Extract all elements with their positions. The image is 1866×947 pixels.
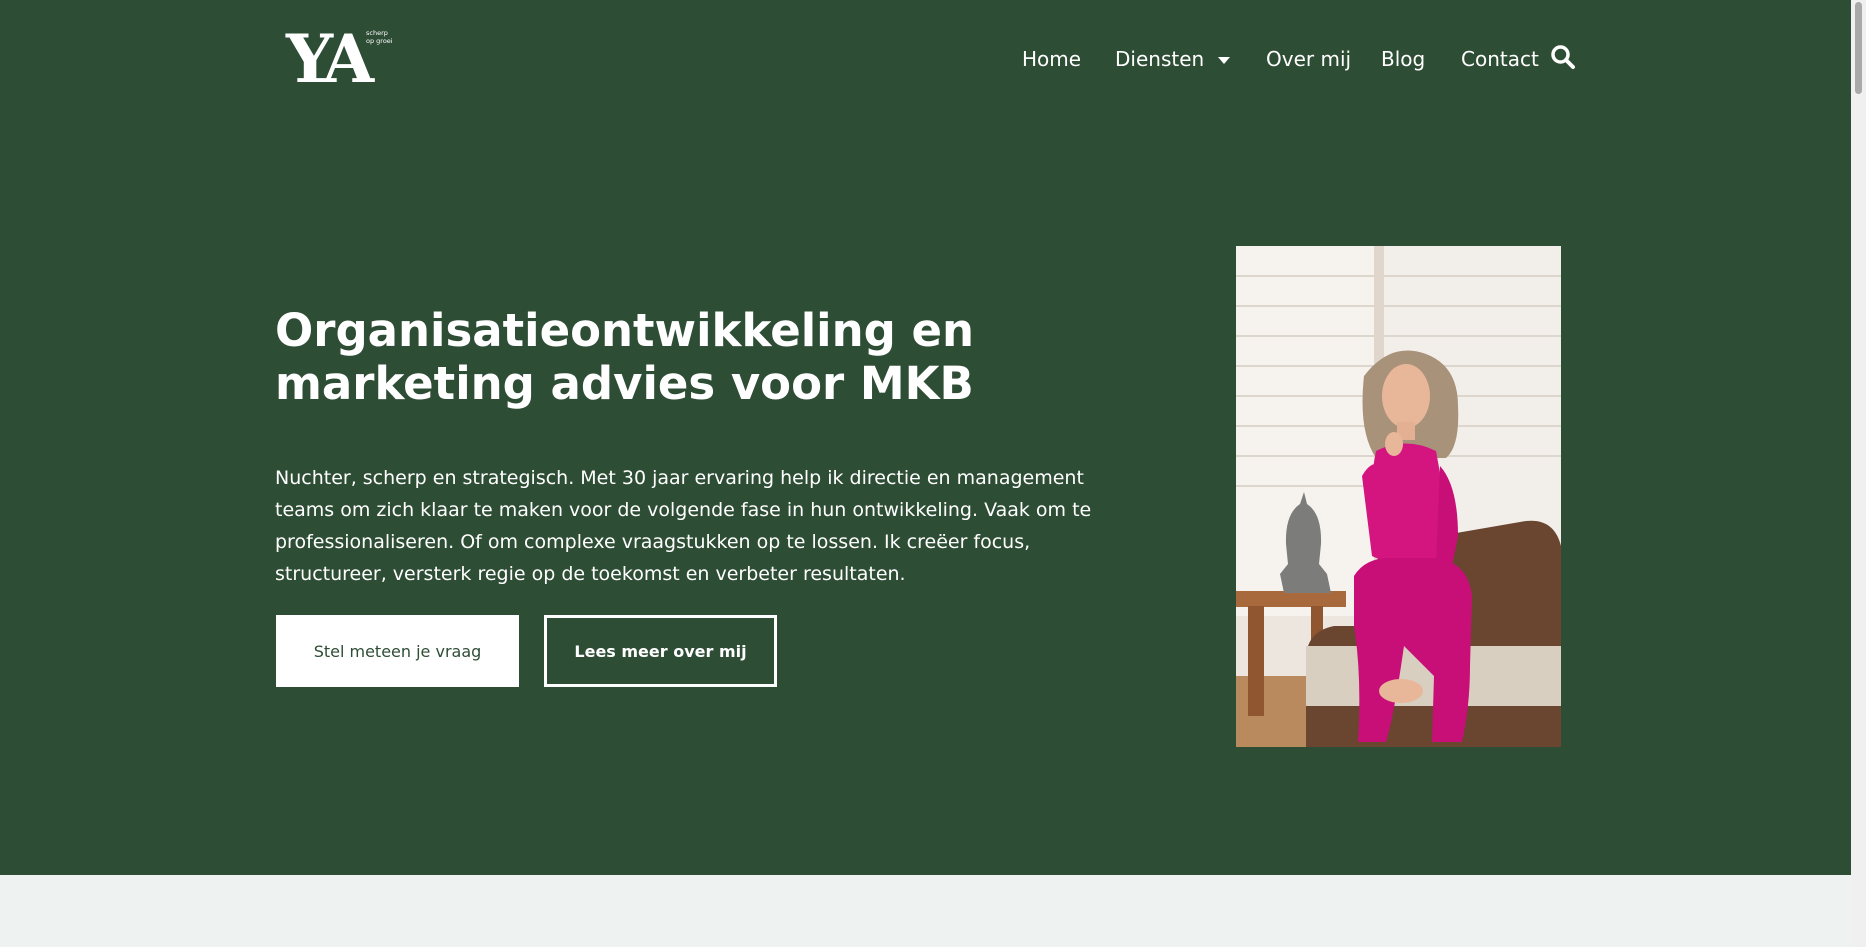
nav-item-diensten-label: Diensten — [1115, 47, 1205, 71]
ask-question-button[interactable]: Stel meteen je vraag — [276, 615, 519, 687]
nav-item-over-mij[interactable]: Over mij — [1266, 47, 1351, 71]
nav-item-contact[interactable]: Contact — [1461, 47, 1539, 71]
portrait-photo — [1236, 246, 1561, 747]
site-logo[interactable]: YA scherp op groei — [286, 20, 398, 98]
nav-item-home[interactable]: Home — [1022, 47, 1081, 71]
logo-mark: YA — [286, 20, 374, 98]
logo-tagline: scherp op groei — [366, 29, 393, 45]
chevron-down-icon[interactable] — [1218, 57, 1231, 64]
hero-section: YA scherp op groei Home Diensten Over mi… — [0, 0, 1851, 875]
page-title: Organisatieontwikkeling en marketing adv… — [275, 304, 975, 410]
scrollbar[interactable] — [1851, 0, 1866, 947]
read-more-about-me-button[interactable]: Lees meer over mij — [544, 615, 777, 687]
scrollbar-thumb[interactable] — [1855, 2, 1862, 94]
nav-item-blog[interactable]: Blog — [1381, 47, 1425, 71]
hero-intro-text: Nuchter, scherp en strategisch. Met 30 j… — [275, 467, 1092, 585]
search-icon[interactable] — [1550, 44, 1576, 70]
nav-item-diensten[interactable]: Diensten — [1115, 47, 1231, 71]
